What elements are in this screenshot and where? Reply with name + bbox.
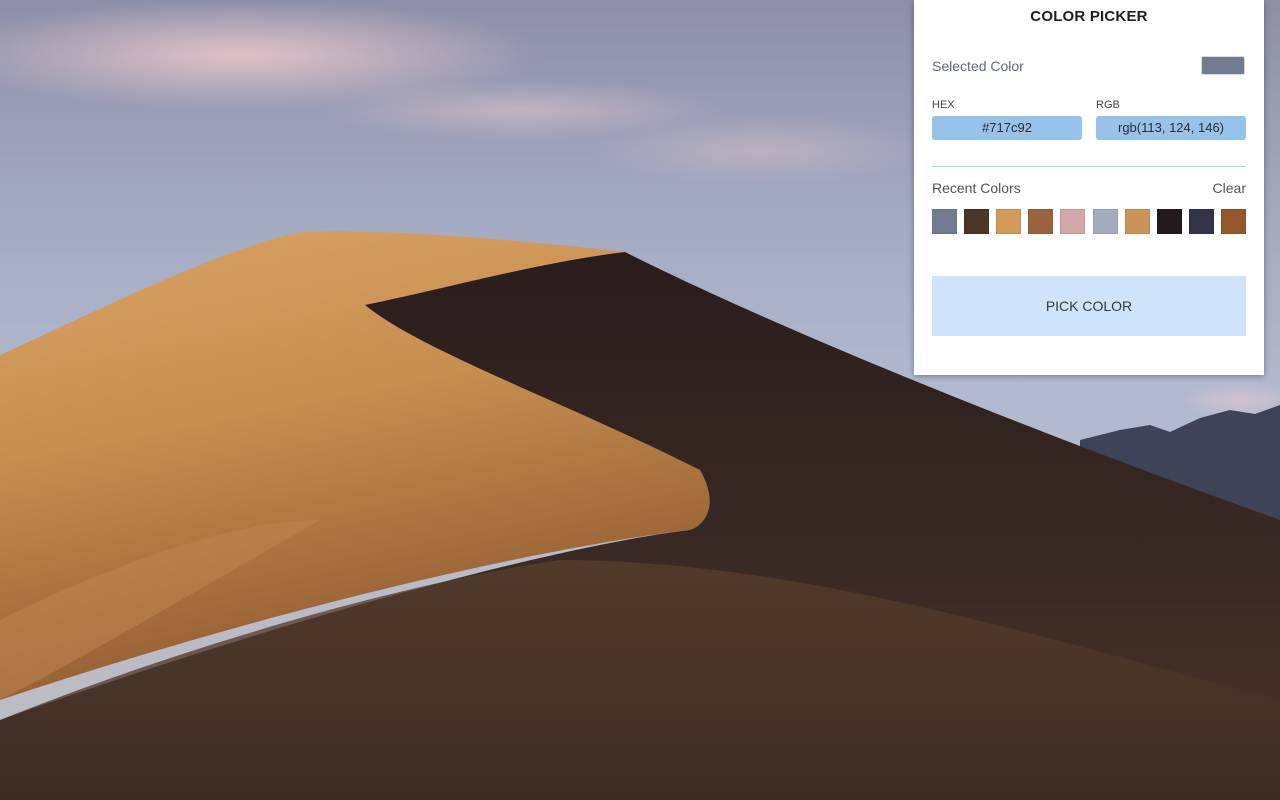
recent-color-swatch[interactable] xyxy=(996,209,1021,234)
recent-color-swatch[interactable] xyxy=(1157,209,1182,234)
rgb-input[interactable] xyxy=(1096,116,1246,140)
hex-label: HEX xyxy=(932,99,955,111)
recent-color-swatch[interactable] xyxy=(932,209,957,234)
recent-color-swatch[interactable] xyxy=(1125,209,1150,234)
recent-color-swatch[interactable] xyxy=(964,209,989,234)
divider xyxy=(932,166,1246,167)
panel-title: COLOR PICKER xyxy=(1030,8,1148,25)
rgb-label: RGB xyxy=(1096,99,1120,111)
recent-color-swatch[interactable] xyxy=(1028,209,1053,234)
pick-color-button[interactable]: PICK COLOR xyxy=(932,276,1246,336)
recent-color-swatch[interactable] xyxy=(1221,209,1246,234)
recent-colors-label: Recent Colors xyxy=(932,180,1021,196)
recent-color-swatch[interactable] xyxy=(1189,209,1214,234)
recent-color-swatch[interactable] xyxy=(1093,209,1118,234)
clear-recent-button[interactable]: Clear xyxy=(1213,180,1246,196)
selected-color-swatch xyxy=(1201,56,1245,75)
color-picker-panel: COLOR PICKER Selected Color HEX RGB Rece… xyxy=(914,0,1264,375)
recent-colors-list xyxy=(932,209,1246,234)
recent-color-swatch[interactable] xyxy=(1060,209,1085,234)
hex-input[interactable] xyxy=(932,116,1082,140)
selected-color-label: Selected Color xyxy=(932,58,1024,74)
